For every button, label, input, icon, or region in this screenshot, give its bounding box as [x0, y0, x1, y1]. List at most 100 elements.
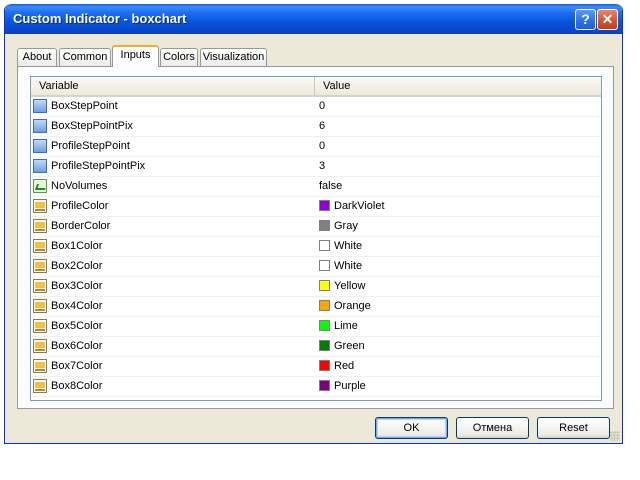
color-swatch [319, 219, 330, 231]
value-text: 3 [319, 160, 326, 172]
color-icon [33, 299, 47, 313]
boolean-icon [33, 179, 47, 193]
value-cell[interactable]: White [315, 257, 601, 276]
value-cell[interactable]: DarkViolet [315, 197, 601, 216]
value-text: 6 [319, 120, 326, 132]
tab-common[interactable]: Common [59, 48, 111, 66]
inputs-panel: Variable Value BoxStepPoint 0 BoxStepPoint… [17, 66, 614, 409]
value-text: 0 [319, 140, 326, 152]
dialog-window: Custom Indicator - boxchart ? ✕ About Co… [4, 4, 623, 444]
variable-cell: Box2Color [31, 257, 315, 276]
color-swatch [319, 239, 330, 251]
window-title: Custom Indicator - boxchart [13, 11, 187, 26]
value-cell[interactable]: Green [315, 337, 601, 356]
inputs-list[interactable]: Variable Value BoxStepPoint 0 BoxStepPoint… [30, 76, 602, 401]
value-text: Red [334, 360, 355, 372]
variable-cell: ProfileColor [31, 197, 315, 216]
variable-cell: NoVolumes [31, 177, 315, 196]
table-row[interactable]: Box4Color Orange [31, 297, 601, 317]
color-swatch [319, 199, 330, 211]
tab-visualization[interactable]: Visualization [200, 48, 267, 66]
table-row[interactable]: Box5Color Lime [31, 317, 601, 337]
cancel-button[interactable]: Отмена [456, 417, 529, 439]
variable-cell: BoxStepPoint [31, 97, 315, 116]
ok-button[interactable]: OK [375, 417, 448, 439]
variable-cell: ProfileStepPointPix [31, 157, 315, 176]
reset-button[interactable]: Reset [537, 417, 610, 439]
value-text: 0 [319, 100, 326, 112]
title-bar[interactable]: Custom Indicator - boxchart ? ✕ [5, 4, 622, 34]
number-icon [33, 119, 47, 133]
table-row[interactable]: BorderColor Gray [31, 217, 601, 237]
variable-name: ProfileStepPointPix [51, 160, 146, 172]
variable-name: ProfileColor [51, 200, 109, 212]
color-icon [33, 359, 47, 373]
column-header-variable[interactable]: Variable [31, 77, 315, 95]
value-cell[interactable]: Orange [315, 297, 601, 316]
variable-name: BoxStepPointPix [51, 120, 133, 132]
variable-cell: Box8Color [31, 377, 315, 396]
resize-grip-icon[interactable] [610, 431, 620, 441]
color-icon [33, 379, 47, 393]
number-icon [33, 139, 47, 153]
tab-colors[interactable]: Colors [160, 48, 198, 66]
table-row[interactable]: Box3Color Yellow [31, 277, 601, 297]
column-header-value[interactable]: Value [315, 77, 601, 95]
value-text: false [319, 180, 343, 192]
color-swatch [319, 259, 330, 271]
table-row[interactable]: ProfileColor DarkViolet [31, 197, 601, 217]
value-cell[interactable]: 3 [315, 157, 601, 176]
value-cell[interactable]: 0 [315, 137, 601, 156]
table-row[interactable]: Box2Color White [31, 257, 601, 277]
variable-cell: Box3Color [31, 277, 315, 296]
variable-cell: Box1Color [31, 237, 315, 256]
table-row[interactable]: Box7Color Red [31, 357, 601, 377]
value-cell[interactable]: Lime [315, 317, 601, 336]
variable-name: Box7Color [51, 360, 103, 372]
help-button[interactable]: ? [575, 9, 596, 30]
color-icon [33, 259, 47, 273]
value-cell[interactable]: Red [315, 357, 601, 376]
variable-name: Box4Color [51, 300, 103, 312]
table-row[interactable]: Box1Color White [31, 237, 601, 257]
color-icon [33, 219, 47, 233]
value-cell[interactable]: Gray [315, 217, 601, 236]
variable-name: Box8Color [51, 380, 103, 392]
color-swatch [319, 379, 330, 391]
list-header: Variable Value [31, 77, 601, 97]
color-swatch [319, 279, 330, 291]
color-icon [33, 199, 47, 213]
variable-name: Box3Color [51, 280, 103, 292]
variable-name: ProfileStepPoint [51, 140, 130, 152]
value-cell[interactable]: false [315, 177, 601, 196]
value-cell[interactable]: 0 [315, 97, 601, 116]
variable-cell: Box7Color [31, 357, 315, 376]
tab-about[interactable]: About [17, 48, 57, 66]
table-row[interactable]: BoxStepPoint 0 [31, 97, 601, 117]
value-text: Purple [334, 380, 366, 392]
value-cell[interactable]: White [315, 237, 601, 256]
value-text: Gray [334, 220, 358, 232]
table-row[interactable]: Box6Color Green [31, 337, 601, 357]
value-text: Green [334, 340, 365, 352]
variable-cell: Box5Color [31, 317, 315, 336]
table-row[interactable]: ProfileStepPointPix 3 [31, 157, 601, 177]
color-icon [33, 319, 47, 333]
variable-name: BoxStepPoint [51, 100, 118, 112]
value-cell[interactable]: 6 [315, 117, 601, 136]
tab-inputs[interactable]: Inputs [112, 45, 159, 67]
table-row[interactable]: ProfileStepPoint 0 [31, 137, 601, 157]
table-row[interactable]: Box8Color Purple [31, 377, 601, 397]
value-cell[interactable]: Yellow [315, 277, 601, 296]
value-text: DarkViolet [334, 200, 385, 212]
variable-name: Box2Color [51, 260, 103, 272]
table-row[interactable]: BoxStepPointPix 6 [31, 117, 601, 137]
value-cell[interactable]: Purple [315, 377, 601, 396]
variable-name: NoVolumes [51, 180, 108, 192]
variable-cell: BoxStepPointPix [31, 117, 315, 136]
close-button[interactable]: ✕ [597, 9, 618, 30]
table-row[interactable]: NoVolumes false [31, 177, 601, 197]
variable-name: BorderColor [51, 220, 111, 232]
value-text: White [334, 260, 363, 272]
value-text: Lime [334, 320, 358, 332]
